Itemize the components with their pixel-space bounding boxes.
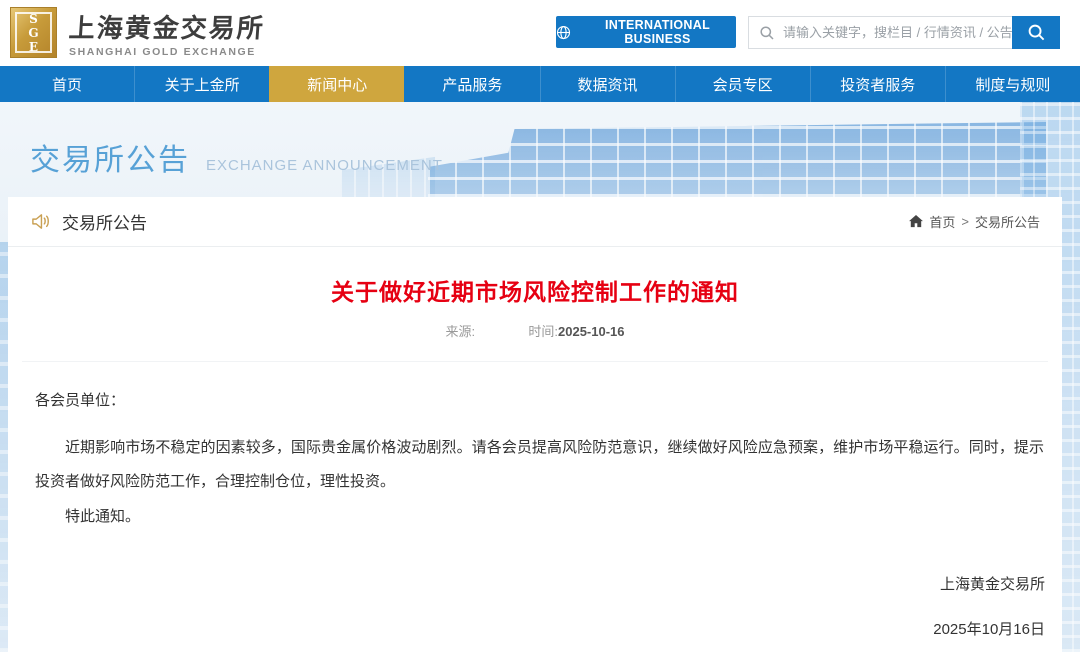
article-closing: 特此通知。 — [65, 508, 141, 525]
breadcrumb-home[interactable]: 首页 — [929, 212, 955, 231]
article-source-label: 来源: — [445, 324, 476, 339]
article-time-label: 时间: — [528, 324, 558, 339]
nav-item-rules[interactable]: 制度与规则 — [944, 66, 1080, 102]
breadcrumb-current: 交易所公告 — [974, 215, 1040, 230]
home-icon — [909, 215, 924, 228]
article-meta: 来源: 时间:2025-10-16 — [8, 321, 1062, 340]
main-nav: 首页 关于上金所 新闻中心 产品服务 数据资讯 会员专区 投资者服务 制度与规则 — [0, 66, 1080, 102]
article-salutation: 各会员单位： — [35, 392, 126, 409]
search-box — [748, 16, 1060, 49]
section-title: 交易所公告 — [62, 214, 147, 233]
section-header: 交易所公告 首页 > 交易所公告 — [8, 197, 1062, 247]
site-header: SGE 上海黄金交易所 SHANGHAI GOLD EXCHANGE INTER… — [0, 0, 1080, 66]
nav-item-investors[interactable]: 投资者服务 — [809, 66, 945, 102]
nav-item-news[interactable]: 新闻中心 — [269, 66, 405, 102]
nav-item-members[interactable]: 会员专区 — [674, 66, 810, 102]
banner-title-en: EXCHANGE ANNOUNCEMENT — [206, 157, 443, 174]
breadcrumb-separator: > — [961, 214, 969, 229]
article-paragraph: 近期影响市场不稳定的因素较多，国际贵金属价格波动剧烈。请各会员提高风险防范意识，… — [35, 439, 1044, 490]
search-submit-button[interactable] — [1012, 16, 1060, 49]
nav-item-about[interactable]: 关于上金所 — [134, 66, 269, 102]
banner-building-graphic — [428, 121, 1046, 197]
logo-text: 上海黄金交易所 SHANGHAI GOLD EXCHANGE — [67, 8, 266, 58]
nav-item-data[interactable]: 数据资讯 — [539, 66, 675, 102]
globe-icon — [556, 25, 571, 40]
breadcrumb: 首页 > 交易所公告 — [909, 212, 1040, 231]
article-body: 各会员单位： 近期影响市场不稳定的因素较多，国际贵金属价格波动剧烈。请各会员提高… — [8, 362, 1062, 534]
logo-name-en: SHANGHAI GOLD EXCHANGE — [69, 45, 256, 58]
search-submit-icon — [1027, 23, 1046, 42]
search-input[interactable] — [783, 25, 1012, 40]
nav-item-products[interactable]: 产品服务 — [404, 66, 539, 102]
logo-name-cn: 上海黄金交易所 — [67, 13, 266, 44]
article-title: 关于做好近期市场风险控制工作的通知 — [331, 279, 739, 305]
article-time-value: 2025-10-16 — [558, 324, 625, 339]
international-business-label: INTERNATIONAL BUSINESS — [604, 18, 711, 46]
nav-item-home[interactable]: 首页 — [0, 66, 134, 102]
logo-monogram: SGE — [15, 12, 52, 54]
sge-logo-mark-icon: SGE — [10, 7, 57, 58]
content-card: 交易所公告 首页 > 交易所公告 关于做好近期市场风险控制工作的通知 来源: 时… — [8, 197, 1062, 652]
site-logo[interactable]: SGE 上海黄金交易所 SHANGHAI GOLD EXCHANGE — [10, 7, 266, 58]
announcement-speaker-icon — [30, 212, 51, 231]
banner-title: 交易所公告 EXCHANGE ANNOUNCEMENT — [30, 135, 443, 179]
article-signature: 上海黄金交易所 — [939, 576, 1045, 593]
article-date: 2025年10月16日 — [933, 621, 1045, 638]
banner-title-cn: 交易所公告 — [30, 144, 190, 177]
international-business-button[interactable]: INTERNATIONAL BUSINESS — [556, 16, 736, 48]
search-icon — [759, 25, 775, 41]
